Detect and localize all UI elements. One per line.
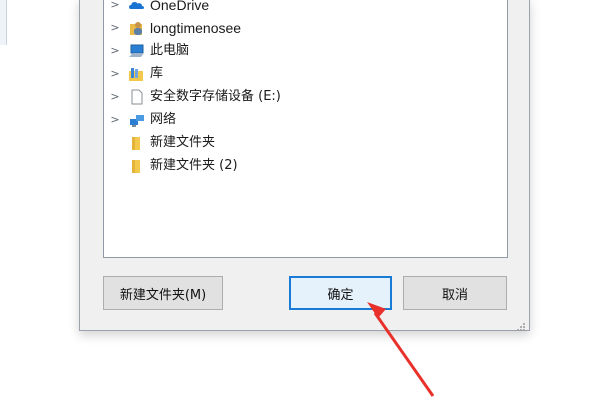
tree-item-sd-drive[interactable]: > 安全数字存储设备 (E:) bbox=[104, 86, 484, 108]
chevron-right-icon[interactable]: > bbox=[109, 44, 121, 58]
library-icon bbox=[128, 66, 145, 82]
tree-item-label: 此电脑 bbox=[150, 43, 190, 58]
tree-item-new-folder[interactable]: 新建文件夹 bbox=[104, 132, 484, 154]
folder-icon bbox=[128, 135, 145, 151]
tree-item-label: 新建文件夹 (2) bbox=[150, 158, 238, 173]
tree-item-library[interactable]: > 库 bbox=[104, 63, 484, 85]
chevron-right-icon[interactable]: > bbox=[109, 0, 121, 12]
background-window-edge bbox=[0, 0, 7, 45]
this-pc-icon bbox=[128, 43, 145, 59]
chevron-right-icon[interactable]: > bbox=[109, 90, 121, 104]
tree-item-label: 新建文件夹 bbox=[150, 135, 216, 150]
tree-item-label: 库 bbox=[150, 66, 164, 81]
tree-item-network[interactable]: > 网络 bbox=[104, 109, 484, 131]
tree-item-new-folder-2[interactable]: 新建文件夹 (2) bbox=[104, 155, 484, 177]
user-folder-icon bbox=[128, 20, 145, 36]
new-folder-button[interactable]: 新建文件夹(M) bbox=[103, 276, 223, 310]
tree-item-label: 安全数字存储设备 (E:) bbox=[150, 89, 281, 104]
ok-button[interactable]: 确定 bbox=[289, 276, 392, 310]
chevron-right-icon[interactable]: > bbox=[109, 21, 121, 35]
folder-icon bbox=[128, 158, 145, 174]
sd-card-drive-icon bbox=[128, 89, 145, 105]
tree-item-label: longtimenosee bbox=[150, 20, 242, 36]
tree-item-onedrive[interactable]: > OneDrive bbox=[104, 0, 484, 16]
tree-item-label: OneDrive bbox=[150, 0, 210, 13]
chevron-right-icon[interactable]: > bbox=[109, 113, 121, 127]
onedrive-cloud-icon bbox=[128, 0, 145, 13]
screenshot-stage: > OneDrive > longtimenosee > 此电脑 > 库 > 安… bbox=[0, 0, 600, 400]
folder-tree[interactable]: > OneDrive > longtimenosee > 此电脑 > 库 > 安… bbox=[103, 0, 508, 258]
network-icon bbox=[128, 112, 145, 128]
resize-grip-icon[interactable] bbox=[516, 317, 526, 331]
tree-item-user[interactable]: > longtimenosee bbox=[104, 17, 484, 39]
browse-folder-dialog: > OneDrive > longtimenosee > 此电脑 > 库 > 安… bbox=[79, 0, 530, 331]
chevron-right-icon[interactable]: > bbox=[109, 67, 121, 81]
tree-item-label: 网络 bbox=[150, 112, 177, 127]
tree-item-this-pc[interactable]: > 此电脑 bbox=[104, 40, 484, 62]
cancel-button[interactable]: 取消 bbox=[403, 276, 507, 310]
